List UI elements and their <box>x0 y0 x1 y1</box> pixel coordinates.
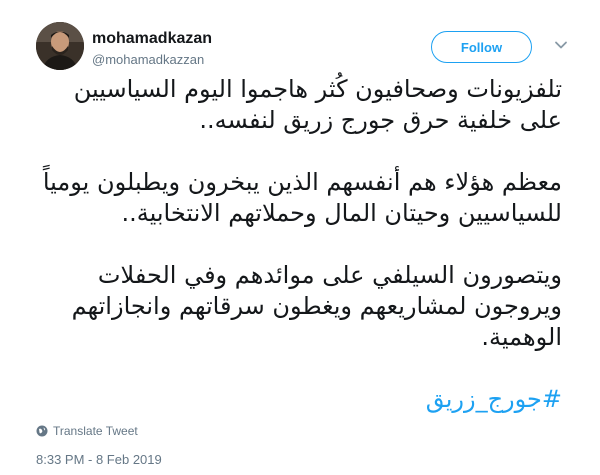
author-display-name[interactable]: mohamadkazan <box>92 30 212 48</box>
author-handle[interactable]: @mohamadkazzan <box>92 52 204 68</box>
translate-label: Translate Tweet <box>53 424 138 438</box>
tweet-paragraph: ويتصورون السيلفي على موائدهم وفي الحفلات… <box>71 261 562 351</box>
globe-icon <box>36 425 48 437</box>
tweet-paragraph: تلفزيونات وصحافيون كُثر هاجموا اليوم الس… <box>73 75 562 134</box>
hashtag-link[interactable]: #جورج_زريق <box>30 384 562 415</box>
follow-button[interactable]: Follow <box>431 31 532 63</box>
translate-tweet-link[interactable]: Translate Tweet <box>36 424 138 438</box>
tweet-text: تلفزيونات وصحافيون كُثر هاجموا اليوم الس… <box>30 74 562 353</box>
tweet-card: mohamadkazan @mohamadkazzan Follow تلفزي… <box>0 0 600 475</box>
tweet-timestamp[interactable]: 8:33 PM - 8 Feb 2019 <box>36 452 162 467</box>
tweet-paragraph: معظم هؤلاء هم أنفسهم الذين يبخرون ويطبلو… <box>42 168 562 227</box>
chevron-down-icon[interactable] <box>554 38 568 52</box>
avatar[interactable] <box>36 22 84 70</box>
